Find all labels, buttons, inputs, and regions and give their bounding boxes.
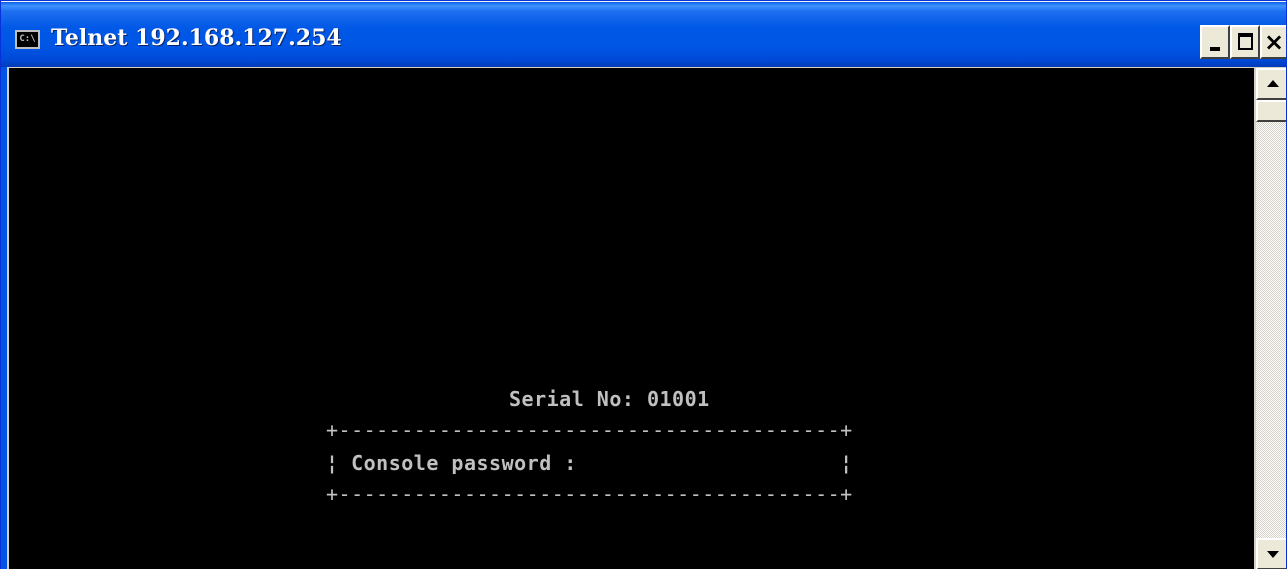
telnet-window: C:\ Telnet 192.168.127.254 × Serial No: …: [0, 0, 1287, 569]
prompt-box-top-border: +---------------------------------------…: [326, 418, 853, 442]
arrow-down-icon: [1267, 551, 1279, 558]
minimize-button[interactable]: [1200, 25, 1230, 59]
scroll-down-button[interactable]: [1256, 538, 1286, 569]
title-bar[interactable]: C:\ Telnet 192.168.127.254 ×: [1, 1, 1286, 67]
vertical-scrollbar[interactable]: [1256, 68, 1286, 569]
console-password-prompt[interactable]: ¦ Console password : ¦: [326, 451, 853, 475]
arrow-up-icon: [1267, 80, 1279, 87]
maximize-icon: [1238, 33, 1253, 50]
prompt-box-bottom-border: +---------------------------------------…: [326, 482, 853, 506]
scroll-up-button[interactable]: [1256, 68, 1286, 100]
close-icon: ×: [1263, 28, 1285, 56]
terminal-screen[interactable]: Serial No: 01001 +----------------------…: [9, 68, 1254, 569]
serial-number-text: Serial No: 01001: [509, 387, 710, 411]
console-icon[interactable]: C:\: [15, 30, 40, 49]
minimize-icon: [1210, 47, 1220, 51]
close-button[interactable]: ×: [1260, 25, 1286, 59]
scroll-thumb[interactable]: [1256, 100, 1286, 122]
maximize-button[interactable]: [1230, 25, 1260, 59]
window-title: Telnet 192.168.127.254: [51, 25, 342, 51]
